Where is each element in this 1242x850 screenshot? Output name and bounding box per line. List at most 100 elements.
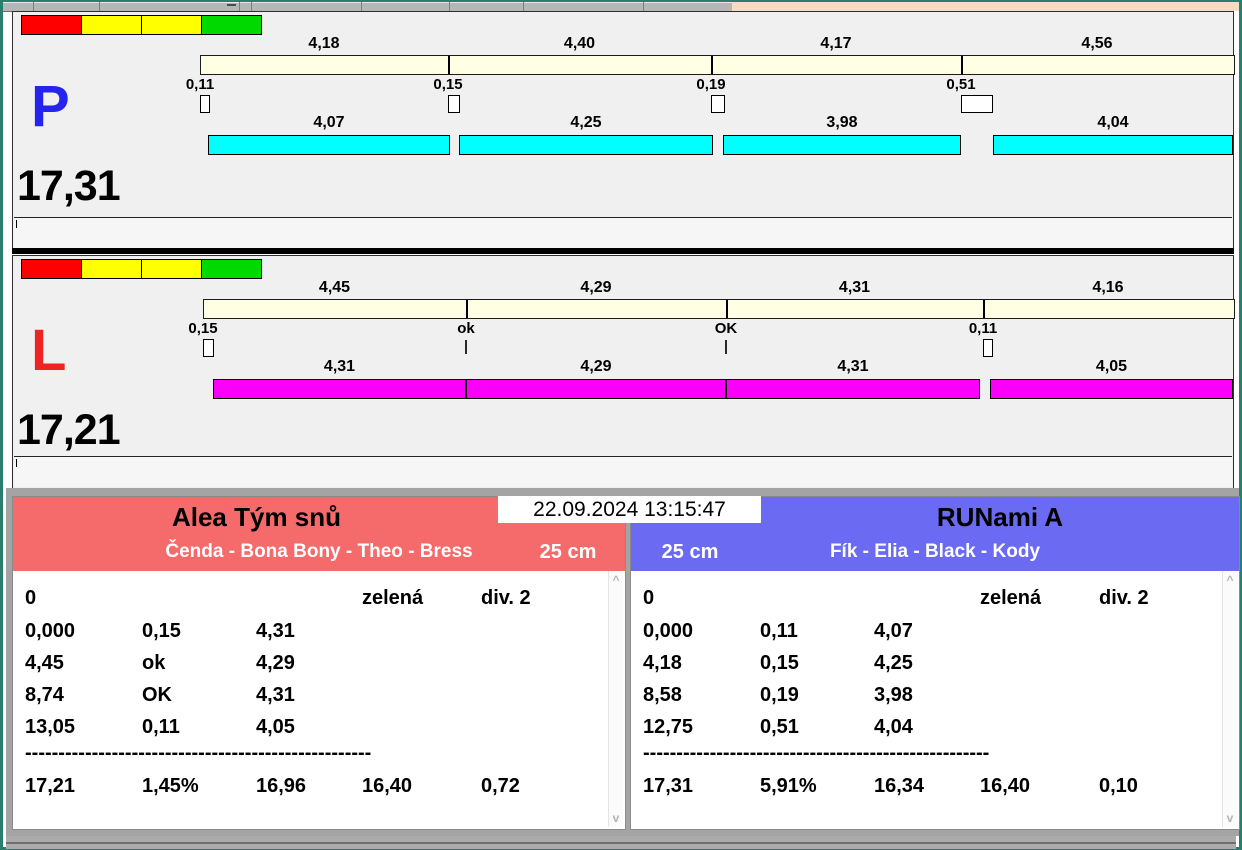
lane-total: 17,21	[17, 406, 121, 454]
status-legend	[21, 259, 262, 279]
separator-row: ----------------------------------------…	[25, 742, 372, 764]
distance-badge: 25 cm	[661, 541, 719, 563]
exchange-time-label: 0,19	[696, 76, 726, 93]
results-text-left[interactable]: ^ v 0 zelená div. 2 0,000 0,15 4,31 4,45 ok 4,29…	[15, 571, 623, 827]
split-bar	[203, 299, 1235, 319]
split-time-label: 4,40	[563, 35, 596, 52]
split-tick	[466, 300, 468, 318]
result-row: 0 zelená div. 2	[633, 585, 1221, 612]
exchange-marker-box	[448, 95, 460, 113]
run-bar	[459, 135, 713, 155]
result-cell: div. 2	[481, 587, 531, 609]
result-cell: 0,11	[760, 620, 798, 642]
exchange-marker-tick	[725, 340, 727, 354]
scroll-up-icon[interactable]: ^	[609, 573, 623, 587]
text-caret	[16, 220, 17, 228]
legend-segment	[22, 16, 82, 34]
result-row: 13,05 0,11 4,05	[15, 714, 607, 741]
result-cell: 12,75	[643, 716, 694, 738]
result-cell: 4,31	[256, 684, 295, 706]
lane-note-field[interactable]	[14, 217, 1232, 248]
split-time-label: 4,31	[838, 279, 871, 296]
strip-divider	[33, 2, 34, 11]
result-cell: 0,10	[1099, 775, 1138, 797]
separator-row: ----------------------------------------…	[643, 742, 990, 764]
results-text-right[interactable]: ^ v 0 zelená div. 2 0,000 0,11 4,07 4,18 0,15 4,…	[633, 571, 1237, 827]
legend-segment	[142, 260, 202, 278]
lane-note-field[interactable]	[14, 456, 1232, 487]
exchange-time-label: 0,51	[946, 76, 976, 93]
result-cell: 4,07	[874, 620, 913, 642]
result-cell: ok	[142, 652, 166, 674]
split-time-label: 4,29	[580, 279, 612, 296]
team-panel-right: RUNami A Fík - Elia - Black - Kody 25 cm…	[630, 496, 1240, 830]
datetime-display: 22.09.2024 13:15:47	[498, 496, 761, 523]
run-time-label: 4,04	[1097, 114, 1129, 131]
result-cell: zelená	[980, 587, 1042, 609]
lane-divider	[12, 248, 1234, 254]
result-cell: 0,19	[760, 684, 799, 706]
split-tick	[726, 300, 728, 318]
result-cell: 16,40	[980, 775, 1031, 797]
result-row: 8,58 0,19 3,98	[633, 682, 1221, 709]
totals-row: 17,31 5,91% 16,34 16,40 0,10	[633, 773, 1221, 800]
result-cell: 4,04	[874, 716, 913, 738]
result-cell: 0,000	[25, 620, 76, 642]
top-strip	[3, 2, 1239, 12]
result-cell: 13,05	[25, 716, 76, 738]
exchange-marker-tick	[465, 340, 467, 354]
lane-panel-l: 4,45 4,29 4,31 4,16 0,15 ok OK 0,11 4,31 4,29 4,31…	[12, 255, 1235, 489]
status-bar-line	[6, 842, 1236, 844]
result-row: 0,000 0,11 4,07	[633, 618, 1221, 645]
exchange-marker-box	[711, 95, 725, 113]
run-bar	[466, 379, 726, 399]
result-cell: 0	[25, 587, 37, 609]
strip-divider	[99, 2, 100, 11]
run-bar	[990, 379, 1233, 399]
lane-letter: P	[31, 74, 70, 139]
result-cell: 0	[643, 587, 655, 609]
totals-row: 17,21 1,45% 16,96 16,40 0,72	[15, 773, 607, 800]
scroll-down-icon[interactable]: v	[1223, 811, 1237, 825]
results-scrollbar[interactable]: ^ v	[608, 571, 623, 827]
result-cell: 5,91%	[760, 775, 817, 797]
strip-divider	[361, 2, 362, 11]
lane-panel-p: 4,18 4,40 4,17 4,56 0,11 0,15 0,19 0,51 4,07 4,25…	[12, 11, 1235, 250]
lane-letter: L	[31, 318, 67, 383]
results-scrollbar[interactable]: ^ v	[1222, 571, 1237, 827]
result-cell: 16,34	[874, 775, 925, 797]
split-time-label: 4,17	[820, 35, 852, 52]
strip-divider	[643, 2, 644, 11]
scroll-up-icon[interactable]: ^	[1223, 573, 1237, 587]
legend-segment	[82, 260, 142, 278]
run-bar	[213, 379, 466, 399]
result-cell: 0,51	[760, 716, 799, 738]
run-bar	[208, 135, 450, 155]
strip-divider	[239, 2, 240, 11]
result-cell: 0,15	[142, 620, 181, 642]
result-cell: 8,58	[643, 684, 682, 706]
exchange-time-label: 0,15	[433, 76, 463, 93]
run-time-label: 4,07	[313, 114, 345, 131]
run-bar	[993, 135, 1233, 155]
exchange-time-label: OK	[714, 320, 738, 337]
exchange-marker-box	[961, 95, 993, 113]
legend-segment	[22, 260, 82, 278]
run-time-label: 4,05	[1095, 358, 1128, 375]
minimize-dash-icon	[227, 4, 236, 6]
result-cell: 4,29	[256, 652, 295, 674]
exchange-time-label: 0,11	[185, 76, 215, 93]
run-time-label: 4,31	[837, 358, 869, 375]
result-cell: 17,21	[25, 775, 76, 797]
result-cell: 0,15	[760, 652, 799, 674]
scroll-down-icon[interactable]: v	[609, 811, 623, 825]
result-cell: 4,31	[256, 620, 295, 642]
split-tick	[961, 56, 963, 74]
split-tick	[983, 300, 985, 318]
split-bar	[200, 55, 1235, 75]
result-cell: 16,40	[362, 775, 413, 797]
status-bar	[6, 836, 1236, 849]
strip-divider	[449, 2, 450, 11]
exchange-marker-box	[203, 339, 214, 357]
legend-segment	[142, 16, 202, 34]
